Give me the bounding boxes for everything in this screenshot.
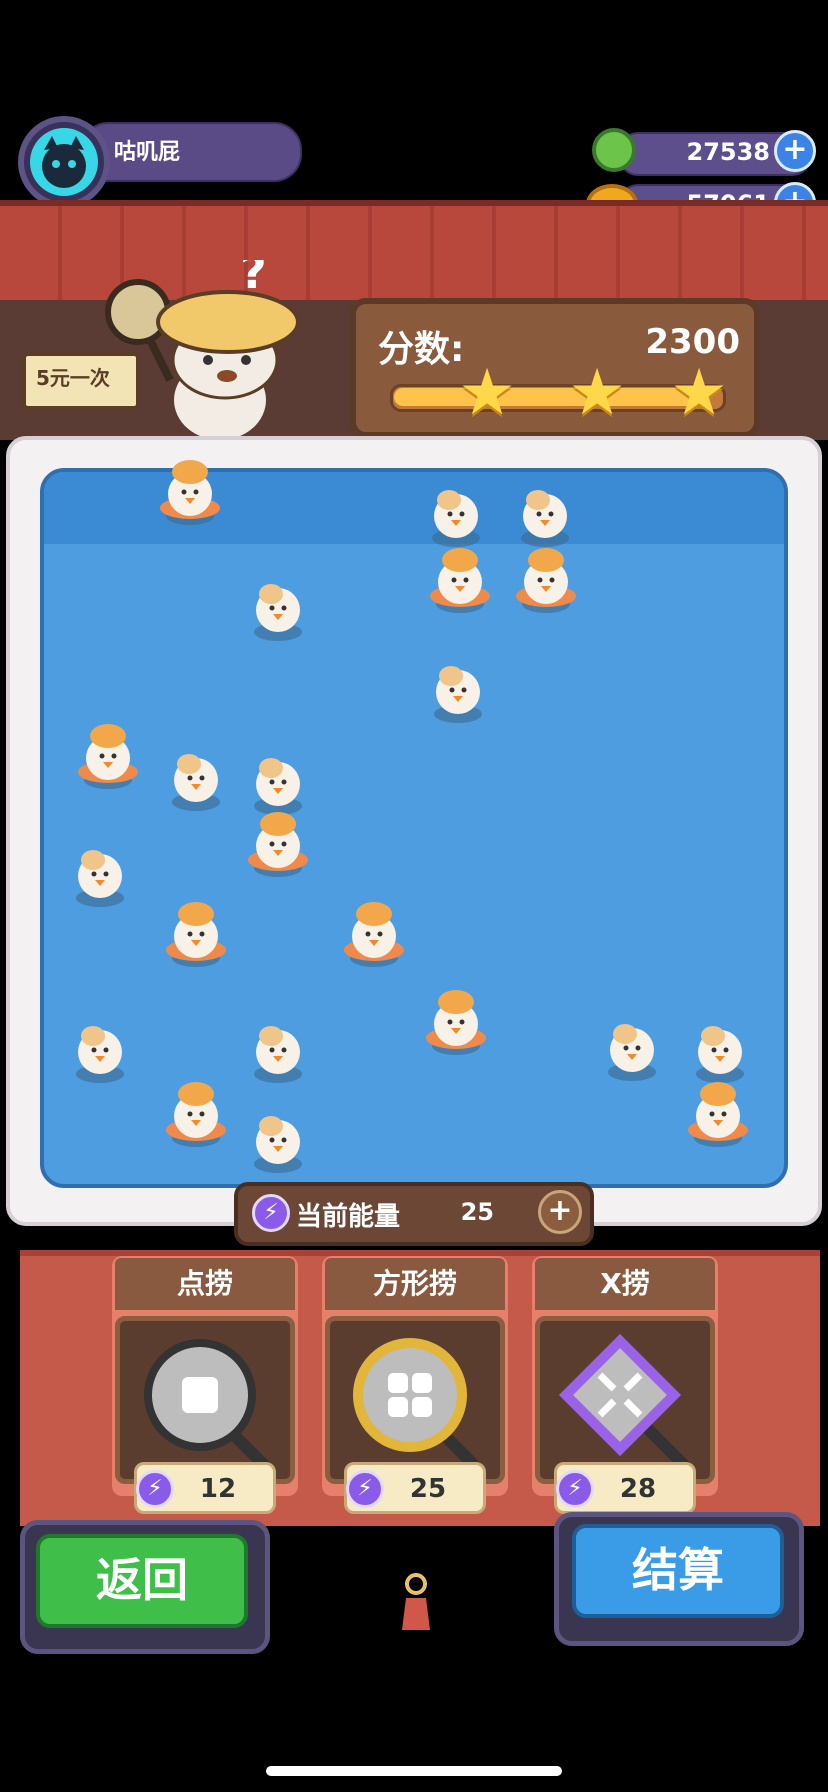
tool-title: 方形捞: [372, 1267, 457, 1300]
duck-icon[interactable]: [597, 1006, 667, 1086]
duck-pool[interactable]: [40, 468, 788, 1188]
duck-icon[interactable]: [423, 648, 493, 728]
energy-bolt-icon: ⚡: [556, 1470, 594, 1508]
duck-icon[interactable]: [243, 1008, 313, 1088]
duck-icon[interactable]: [425, 538, 495, 618]
add-energy-button[interactable]: +: [538, 1190, 582, 1234]
tool-slot[interactable]: [325, 1316, 505, 1484]
duck-icon[interactable]: [155, 450, 225, 530]
energy-value: 25: [460, 1198, 494, 1226]
duck-icon[interactable]: [339, 892, 409, 972]
duck-icon[interactable]: [243, 802, 313, 882]
duck-icon[interactable]: [243, 1098, 313, 1178]
add-donuts-button[interactable]: +: [774, 130, 816, 172]
player-name: 咕叽屁: [114, 140, 181, 165]
duck-icon[interactable]: [161, 892, 231, 972]
tool-cost: 25: [409, 1474, 447, 1504]
star-icon: ★: [568, 356, 626, 430]
duck-icon[interactable]: [73, 714, 143, 794]
otter-shopkeeper-icon: ?: [105, 260, 300, 440]
duck-icon[interactable]: [421, 980, 491, 1060]
tool-slot[interactable]: [535, 1316, 715, 1484]
star-icon: ★: [458, 356, 516, 430]
tool-title: 点捞: [176, 1267, 233, 1300]
tool-cost: 28: [619, 1474, 657, 1504]
back-button[interactable]: 返回: [36, 1534, 248, 1628]
settle-button[interactable]: 结算: [572, 1524, 784, 1618]
cat-face-icon: [42, 136, 86, 188]
round-net-icon: [144, 1339, 275, 1476]
duck-icon[interactable]: [683, 1072, 753, 1152]
gold-net-icon: [353, 1338, 485, 1476]
hanging-tag-icon: [402, 1573, 430, 1630]
price-sign-text: 5元一次: [36, 366, 110, 390]
duck-icon[interactable]: [161, 736, 231, 816]
duck-icon[interactable]: [65, 1008, 135, 1088]
avatar[interactable]: [30, 128, 98, 196]
purple-diamond-net-icon: [558, 1333, 695, 1476]
svg-text:?: ?: [240, 260, 267, 299]
energy-bolt-icon: ⚡: [252, 1194, 290, 1232]
home-indicator[interactable]: [266, 1766, 562, 1776]
score-label: 分数:: [378, 329, 465, 370]
energy-bolt-icon: ⚡: [346, 1470, 384, 1508]
duck-icon[interactable]: [161, 1072, 231, 1152]
duck-icon[interactable]: [243, 566, 313, 646]
duck-icon[interactable]: [65, 832, 135, 912]
duck-icon[interactable]: [511, 538, 581, 618]
tool-cost: 12: [199, 1474, 237, 1504]
energy-label: 当前能量: [296, 1202, 401, 1232]
star-icon: ★: [670, 356, 728, 430]
tool-slot[interactable]: [115, 1316, 295, 1484]
tool-title: X捞: [600, 1267, 650, 1300]
donut-count: 27538: [686, 138, 771, 166]
energy-bolt-icon: ⚡: [136, 1470, 174, 1508]
score-progress-fill: [394, 388, 700, 406]
